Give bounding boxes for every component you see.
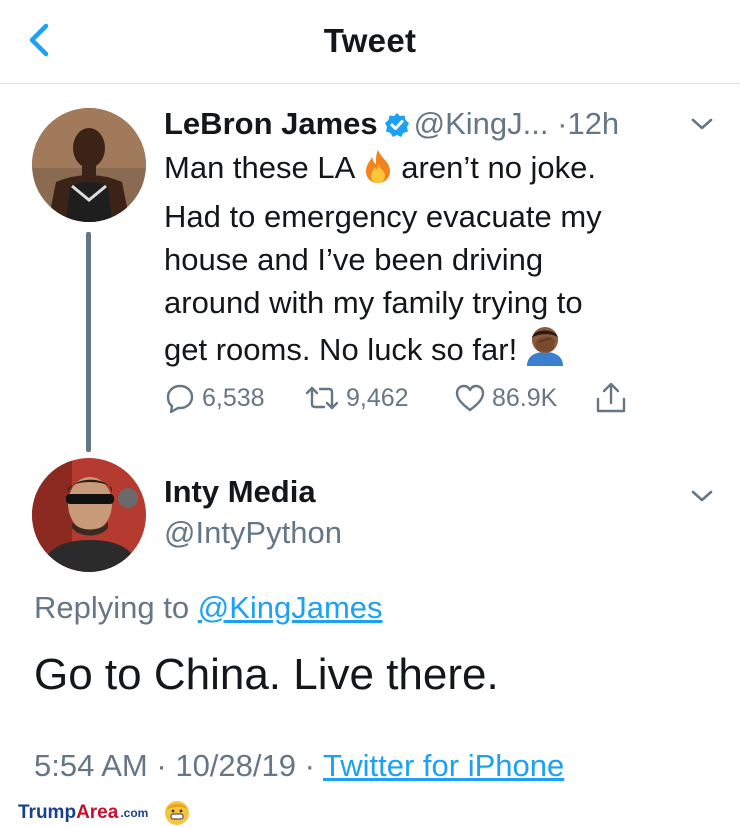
- tweet-metadata: 5:54 AM · 10/28/19 · Twitter for iPhone: [34, 746, 564, 786]
- chevron-down-icon: [691, 490, 713, 502]
- tweet-line-1b: aren’t no joke.: [401, 150, 597, 185]
- tweet-author-handle[interactable]: @KingJ...: [414, 106, 549, 141]
- thread-connector-line: [86, 232, 91, 452]
- heart-icon: [455, 384, 485, 412]
- retweet-icon: [305, 386, 339, 410]
- trump-face-icon: [165, 801, 190, 825]
- source-link[interactable]: Twitter for iPhone: [323, 748, 564, 783]
- verified-badge-icon: [384, 108, 410, 148]
- share-button[interactable]: [594, 378, 628, 418]
- watermark-part-1: Trump: [18, 802, 77, 823]
- reply-date: 10/28/19: [175, 748, 296, 783]
- watermark-part-3: .com: [120, 806, 149, 820]
- lebron-avatar[interactable]: [32, 108, 146, 222]
- replying-to-label: Replying to: [34, 590, 190, 625]
- share-icon: [596, 382, 626, 413]
- watermark-part-2: Area: [76, 802, 119, 823]
- tweet-timestamp[interactable]: 12h: [567, 106, 619, 141]
- tweet-text: Man these LA aren’t no joke. Had to emerg…: [164, 146, 704, 377]
- facepalm-emoji: [523, 324, 567, 377]
- watermark-logo: Trump Area .com: [18, 800, 190, 826]
- tweet-actions: 6,538 9,462 86.9K: [164, 378, 644, 418]
- chevron-down-icon: [691, 118, 713, 130]
- tweet-line-2: Had to emergency evacuate my: [164, 199, 602, 234]
- reply-author-name[interactable]: Inty Media: [164, 472, 316, 512]
- separator-dot: ·: [304, 748, 315, 783]
- tweet-line-3: house and I’ve been driving: [164, 242, 544, 277]
- tweet-line-4: around with my family trying to: [164, 285, 583, 320]
- replying-to-line: Replying to @KingJames: [34, 588, 383, 628]
- reply-author-handle[interactable]: @IntyPython: [164, 513, 342, 553]
- page-title: Tweet: [323, 22, 417, 59]
- replying-to-mention[interactable]: @KingJames: [198, 590, 383, 625]
- tweet-author-row: LeBron James @KingJ... ·12h: [164, 104, 619, 148]
- fire-emoji: [361, 148, 395, 195]
- reply-tweet-text: Go to China. Live there.: [34, 650, 499, 699]
- inty-media-avatar[interactable]: [32, 458, 146, 572]
- retweet-button[interactable]: 9,462: [304, 378, 409, 418]
- reply-button[interactable]: 6,538: [164, 378, 265, 418]
- tweet-line-5: get rooms. No luck so far!: [164, 332, 518, 367]
- tweet-author-name[interactable]: LeBron James: [164, 106, 378, 141]
- reply-time: 5:54 AM: [34, 748, 148, 783]
- separator-dot: ·: [156, 748, 167, 783]
- reply-icon: [166, 384, 194, 414]
- reply-menu-button[interactable]: [690, 488, 714, 504]
- tweet-menu-button[interactable]: [690, 116, 714, 132]
- retweet-count: 9,462: [346, 383, 409, 412]
- like-button[interactable]: 86.9K: [454, 378, 557, 418]
- like-count: 86.9K: [492, 383, 558, 412]
- tweet-line-1a: Man these LA: [164, 150, 356, 185]
- separator-dot: ·: [557, 106, 568, 141]
- top-bar: Tweet: [0, 0, 740, 84]
- reply-count: 6,538: [202, 383, 265, 412]
